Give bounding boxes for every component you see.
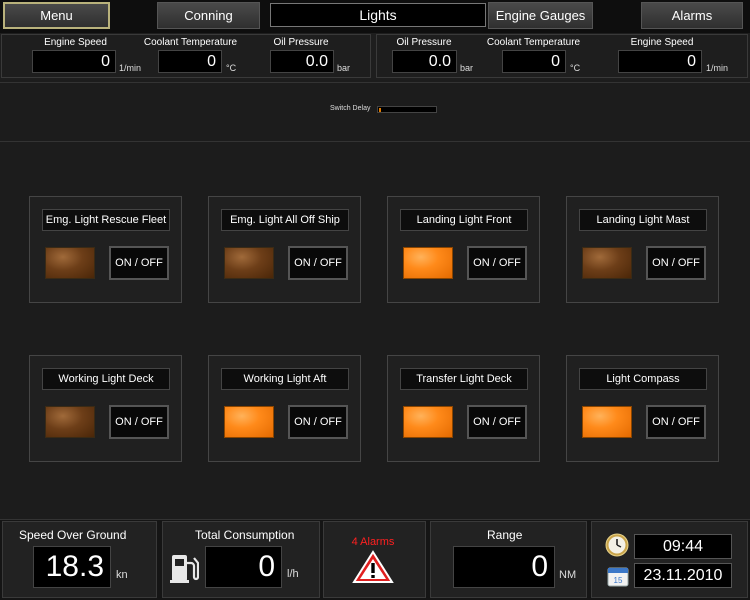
alarm-count[interactable]: 4 Alarms: [350, 536, 396, 548]
light-name: Light Compass: [579, 368, 707, 390]
light-panel-working-deck: Working Light Deck ON / OFF: [29, 355, 182, 462]
page-title: Lights: [270, 3, 486, 27]
light-name: Landing Light Mast: [579, 209, 707, 231]
coolant-temp-unit-left: °C: [226, 63, 237, 73]
date-display: 23.11.2010: [634, 563, 732, 588]
calendar-icon: 15: [607, 565, 629, 592]
coolant-temp-value-right: 0: [502, 50, 566, 73]
fuel-pump-icon: [169, 551, 200, 590]
light-indicator: [224, 406, 274, 438]
sog-label: Speed Over Ground: [19, 528, 127, 542]
coolant-temp-unit-right: °C: [570, 63, 581, 73]
consumption-unit: l/h: [287, 568, 299, 580]
engine-speed-unit-right: 1/min: [706, 63, 729, 73]
lights-area: Emg. Light Rescue Fleet ON / OFF Emg. Li…: [0, 143, 750, 519]
light-toggle-button[interactable]: ON / OFF: [288, 246, 348, 280]
light-panel-landing-mast: Landing Light Mast ON / OFF: [566, 196, 719, 303]
range-unit: NM: [559, 569, 577, 581]
light-toggle-button[interactable]: ON / OFF: [646, 246, 706, 280]
oil-pressure-unit-right: bar: [460, 63, 474, 73]
engine-gauges-button[interactable]: Engine Gauges: [488, 2, 593, 29]
engine-speed-unit-left: 1/min: [119, 63, 142, 73]
coolant-temp-label-left: Coolant Temperature: [143, 37, 238, 48]
switch-delay-fill: [379, 108, 381, 112]
oil-pressure-value-right: 0.0: [392, 50, 457, 73]
light-toggle-button[interactable]: ON / OFF: [467, 405, 527, 439]
light-toggle-button[interactable]: ON / OFF: [467, 246, 527, 280]
light-indicator: [403, 406, 453, 438]
engine-speed-value-right: 0: [618, 50, 702, 73]
sog-unit: kn: [116, 569, 128, 581]
calendar-day: 15: [614, 576, 623, 585]
warning-triangle-icon[interactable]: [352, 550, 394, 589]
light-name: Emg. Light Rescue Fleet: [42, 209, 170, 231]
coolant-temp-value-left: 0: [158, 50, 222, 73]
switch-delay-progress: [377, 106, 437, 113]
oil-pressure-label-left: Oil Pressure: [273, 37, 329, 48]
light-indicator: [45, 406, 95, 438]
light-panel-transfer-deck: Transfer Light Deck ON / OFF: [387, 355, 540, 462]
oil-pressure-label-right: Oil Pressure: [396, 37, 452, 48]
range-label: Range: [487, 528, 523, 542]
time-display: 09:44: [634, 534, 732, 559]
light-name: Landing Light Front: [400, 209, 528, 231]
oil-pressure-value-left: 0.0: [270, 50, 334, 73]
engine-speed-label-left: Engine Speed: [44, 37, 107, 48]
light-name: Transfer Light Deck: [400, 368, 528, 390]
light-panel-all-off-ship: Emg. Light All Off Ship ON / OFF: [208, 196, 361, 303]
light-toggle-button[interactable]: ON / OFF: [288, 405, 348, 439]
engine-speed-label-right: Engine Speed: [630, 37, 694, 48]
switch-delay-label: Switch Delay: [330, 105, 371, 112]
conning-button[interactable]: Conning: [157, 2, 260, 29]
top-nav-bar: Menu Conning Lights Engine Gauges Alarms: [0, 0, 750, 33]
light-panel-landing-front: Landing Light Front ON / OFF: [387, 196, 540, 303]
light-indicator: [45, 247, 95, 279]
light-name: Emg. Light All Off Ship: [221, 209, 349, 231]
light-name: Working Light Aft: [221, 368, 349, 390]
light-name: Working Light Deck: [42, 368, 170, 390]
light-toggle-button[interactable]: ON / OFF: [646, 405, 706, 439]
clock-icon: [605, 533, 629, 562]
coolant-temp-label-right: Coolant Temperature: [486, 37, 581, 48]
oil-pressure-unit-left: bar: [337, 63, 351, 73]
light-panel-compass: Light Compass ON / OFF: [566, 355, 719, 462]
menu-button[interactable]: Menu: [3, 2, 110, 29]
sog-value: 18.3: [33, 546, 111, 588]
light-panel-working-aft: Working Light Aft ON / OFF: [208, 355, 361, 462]
light-toggle-button[interactable]: ON / OFF: [109, 246, 169, 280]
light-indicator: [582, 247, 632, 279]
light-indicator: [224, 247, 274, 279]
alarms-button[interactable]: Alarms: [641, 2, 743, 29]
switch-delay-strip: [0, 82, 750, 142]
range-value: 0: [453, 546, 555, 588]
light-indicator: [403, 247, 453, 279]
light-panel-rescue-fleet: Emg. Light Rescue Fleet ON / OFF: [29, 196, 182, 303]
consumption-value: 0: [205, 546, 282, 588]
consumption-label: Total Consumption: [195, 528, 295, 542]
engine-speed-value-left: 0: [32, 50, 116, 73]
light-indicator: [582, 406, 632, 438]
light-toggle-button[interactable]: ON / OFF: [109, 405, 169, 439]
